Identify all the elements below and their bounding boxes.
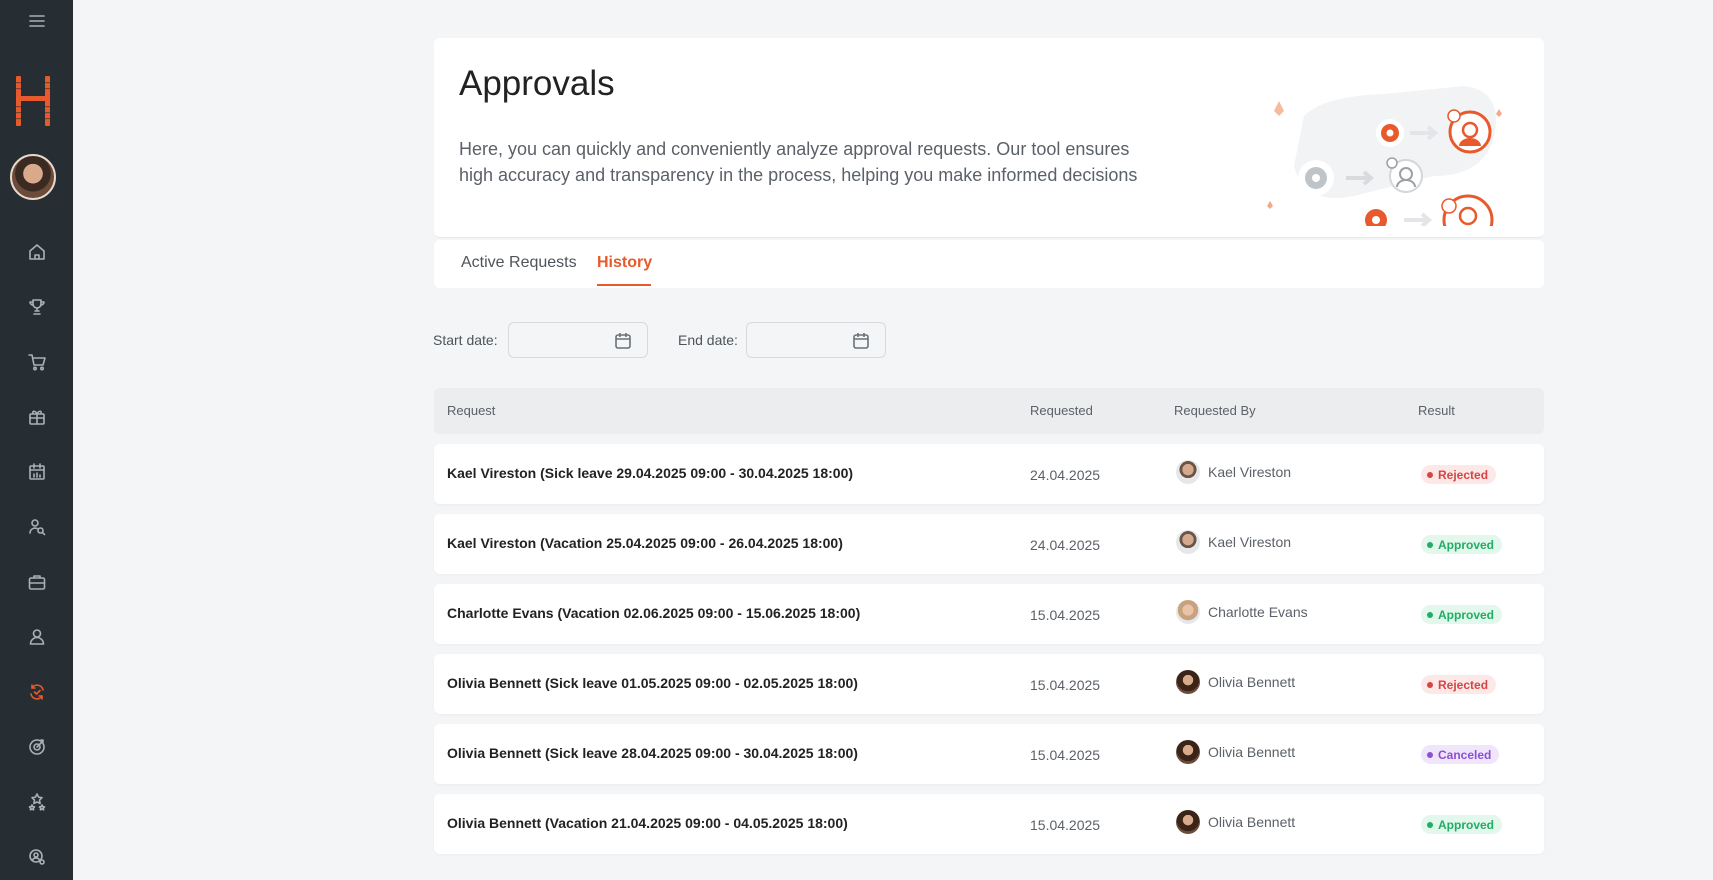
requester-name: Charlotte Evans xyxy=(1208,604,1308,620)
requested-date: 15.04.2025 xyxy=(1030,817,1101,833)
logo xyxy=(16,76,50,126)
tab-history[interactable]: History xyxy=(597,254,652,272)
avatar xyxy=(1176,670,1200,694)
page-description: Here, you can quickly and conveniently a… xyxy=(459,139,1138,185)
request-title: Olivia Bennett (Sick leave 01.05.2025 09… xyxy=(447,675,858,691)
start-date-label: Start date: xyxy=(433,332,498,348)
status-badge: Rejected xyxy=(1421,465,1497,484)
user-avatar[interactable] xyxy=(10,154,56,200)
briefcase-icon[interactable] xyxy=(0,570,73,594)
table-row[interactable]: Kael Vireston (Sick leave 29.04.2025 09:… xyxy=(434,444,1544,504)
people-search-icon[interactable] xyxy=(0,515,73,539)
calendar-chart-icon[interactable] xyxy=(0,460,73,484)
requested-by: Kael Vireston xyxy=(1176,530,1291,554)
end-date-input[interactable] xyxy=(746,322,886,358)
calendar-icon[interactable] xyxy=(851,331,871,351)
table-row[interactable]: Olivia Bennett (Sick leave 01.05.2025 09… xyxy=(434,654,1544,714)
approvals-illustration-icon xyxy=(1267,86,1502,226)
tab-active-requests[interactable]: Active Requests xyxy=(461,254,577,272)
settings-user-icon[interactable] xyxy=(0,845,73,869)
requested-date: 15.04.2025 xyxy=(1030,677,1101,693)
requester-name: Olivia Bennett xyxy=(1208,674,1296,690)
table-row[interactable]: Kael Vireston (Vacation 25.04.2025 09:00… xyxy=(434,514,1544,574)
requester-name: Olivia Bennett xyxy=(1208,814,1296,830)
requester-name: Olivia Bennett xyxy=(1208,744,1296,760)
status-badge: Approved xyxy=(1421,815,1503,834)
avatar xyxy=(1176,460,1200,484)
start-date-input[interactable] xyxy=(508,322,648,358)
stars-icon[interactable] xyxy=(0,790,73,814)
requester-name: Kael Vireston xyxy=(1208,464,1292,480)
gift-icon[interactable] xyxy=(0,405,73,429)
trophy-icon[interactable] xyxy=(0,295,73,319)
table-row[interactable]: Charlotte Evans (Vacation 02.06.2025 09:… xyxy=(434,584,1544,644)
status-badge: Canceled xyxy=(1421,745,1500,764)
avatar xyxy=(1176,600,1200,624)
requested-date: 24.04.2025 xyxy=(1030,537,1101,553)
column-header-result: Result xyxy=(1418,403,1455,418)
table-row[interactable]: Olivia Bennett (Sick leave 28.04.2025 09… xyxy=(434,724,1544,784)
page-title: Approvals xyxy=(459,64,615,103)
table-row[interactable]: Olivia Bennett (Vacation 21.04.2025 09:0… xyxy=(434,794,1544,854)
requested-date: 15.04.2025 xyxy=(1030,607,1101,623)
request-title: Olivia Bennett (Vacation 21.04.2025 09:0… xyxy=(447,815,848,831)
request-title: Kael Vireston (Vacation 25.04.2025 09:00… xyxy=(447,535,843,551)
request-title: Olivia Bennett (Sick leave 28.04.2025 09… xyxy=(447,745,858,761)
requested-by: Kael Vireston xyxy=(1176,460,1291,484)
calendar-icon[interactable] xyxy=(613,331,633,351)
approvals-icon[interactable] xyxy=(0,680,73,704)
requested-by: Olivia Bennett xyxy=(1176,670,1295,694)
end-date-label: End date: xyxy=(678,332,738,348)
active-tab-indicator xyxy=(597,284,651,286)
requested-by: Olivia Bennett xyxy=(1176,810,1295,834)
status-badge: Rejected xyxy=(1421,675,1497,694)
status-badge: Approved xyxy=(1421,535,1503,554)
column-header-requested: Requested xyxy=(1030,403,1093,418)
cart-icon[interactable] xyxy=(0,350,73,374)
request-title: Kael Vireston (Sick leave 29.04.2025 09:… xyxy=(447,465,854,481)
tabs-bar: Active Requests History xyxy=(434,240,1544,288)
avatar xyxy=(1176,740,1200,764)
requested-date: 24.04.2025 xyxy=(1030,467,1101,483)
status-badge: Approved xyxy=(1421,605,1503,624)
home-icon[interactable] xyxy=(0,240,73,264)
requester-name: Kael Vireston xyxy=(1208,534,1292,550)
column-header-requested-by: Requested By xyxy=(1174,403,1256,418)
column-header-request: Request xyxy=(447,403,496,418)
avatar xyxy=(1176,530,1200,554)
menu-icon[interactable] xyxy=(0,10,73,32)
table-header: Request Requested Requested By Result xyxy=(434,388,1544,434)
header-card: Approvals Here, you can quickly and conv… xyxy=(434,38,1544,238)
sidebar xyxy=(0,0,73,880)
requested-date: 15.04.2025 xyxy=(1030,747,1101,763)
target-icon[interactable] xyxy=(0,735,73,759)
user-icon[interactable] xyxy=(0,625,73,649)
request-title: Charlotte Evans (Vacation 02.06.2025 09:… xyxy=(447,605,861,621)
avatar xyxy=(1176,810,1200,834)
requested-by: Charlotte Evans xyxy=(1176,600,1308,624)
requested-by: Olivia Bennett xyxy=(1176,740,1295,764)
